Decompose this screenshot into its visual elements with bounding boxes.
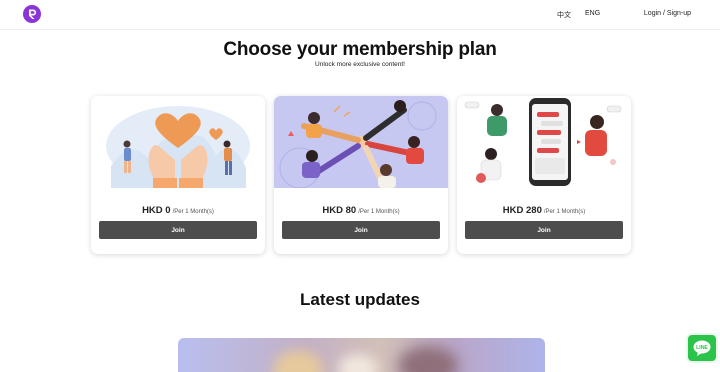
- line-chat-icon: LINE: [693, 340, 711, 356]
- banner-blur-shape: [273, 350, 323, 372]
- latest-updates-heading: Latest updates: [300, 290, 420, 309]
- join-button-free[interactable]: Join: [99, 221, 257, 239]
- hands-heart-illustration: [91, 96, 265, 188]
- top-navbar: 中文 ENG Login / Sign-up: [0, 0, 720, 30]
- phone-chat-illustration: [457, 96, 631, 188]
- plan-period: /Per 1 Month(s): [543, 209, 586, 215]
- login-signup-link[interactable]: Login / Sign-up: [644, 10, 691, 17]
- line-chat-label: LINE: [696, 345, 708, 351]
- banner-blur-shape: [338, 354, 378, 372]
- page-subtitle: Unlock more exclusive content!: [315, 61, 405, 68]
- join-button-basic[interactable]: Join: [282, 221, 440, 239]
- plan-card-premium: HKD 280/Per 1 Month(s) Join: [457, 96, 631, 254]
- join-button-premium[interactable]: Join: [465, 221, 623, 239]
- plan-card-free: HKD 0/Per 1 Month(s) Join: [91, 96, 265, 254]
- latest-update-banner[interactable]: [178, 338, 545, 372]
- page-title: Choose your membership plan: [223, 39, 497, 60]
- plan-price-line: HKD 280/Per 1 Month(s): [457, 200, 631, 218]
- language-en-link[interactable]: ENG: [585, 10, 600, 17]
- plan-price: HKD 80: [322, 205, 357, 216]
- plan-price-line: HKD 80/Per 1 Month(s): [274, 200, 448, 218]
- plan-price-line: HKD 0/Per 1 Month(s): [91, 200, 265, 218]
- banner-blur-shape: [398, 346, 458, 372]
- plan-period: /Per 1 Month(s): [172, 209, 214, 215]
- team-hands-illustration: [274, 96, 448, 188]
- plan-period: /Per 1 Month(s): [358, 209, 400, 215]
- plan-price: HKD 0: [142, 205, 171, 216]
- language-zh-link[interactable]: 中文: [557, 10, 571, 20]
- r-logo-icon[interactable]: [23, 5, 41, 23]
- plan-price: HKD 280: [502, 205, 542, 216]
- line-chat-button[interactable]: LINE: [686, 333, 718, 363]
- plan-card-basic: HKD 80/Per 1 Month(s) Join: [274, 96, 448, 254]
